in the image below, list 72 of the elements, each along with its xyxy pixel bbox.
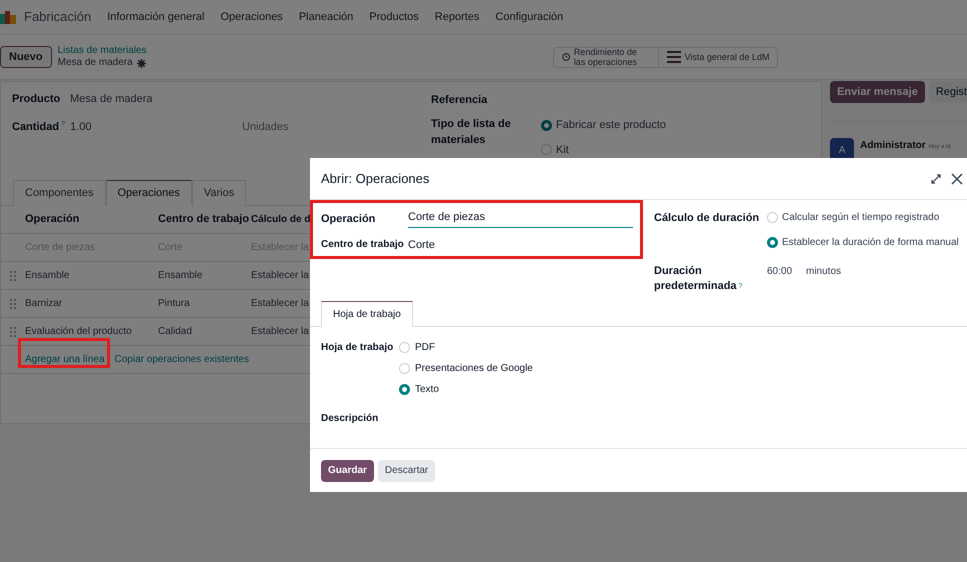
menu-item[interactable]: Planeación	[298, 8, 354, 26]
radio-label[interactable]: PDF	[415, 340, 435, 355]
drag-handle-icon[interactable]	[10, 326, 16, 336]
field-label: Producto	[12, 92, 62, 107]
chatter-button[interactable]: Regist	[928, 81, 967, 103]
column-header[interactable]: Operación	[25, 211, 158, 228]
field-value: 1.00	[70, 120, 92, 135]
table-cell-text: Barnizar	[25, 297, 64, 311]
field-label: Descripción	[321, 412, 380, 426]
table-cell-text: Pintura	[158, 297, 191, 311]
radio-label[interactable]: Calcular según el tiempo registrado	[782, 210, 940, 225]
message-author: Administrator	[860, 139, 926, 153]
tab[interactable]: Operaciones	[106, 180, 192, 206]
link[interactable]: Agregar una línea	[25, 352, 105, 367]
tab[interactable]: Componentes	[13, 180, 106, 206]
app-logo-icon	[0, 10, 16, 24]
drag-handle-icon[interactable]	[10, 298, 16, 308]
tab[interactable]: Varios	[192, 180, 246, 206]
field-label: Cantidad	[12, 120, 60, 135]
expand-icon[interactable]	[931, 174, 941, 184]
record-title: Mesa de madera	[58, 57, 133, 69]
radio-label[interactable]: Presentaciones de Google	[415, 361, 533, 376]
gear-icon[interactable]	[136, 58, 146, 68]
radio-button[interactable]	[541, 120, 552, 131]
column-header[interactable]: Centro de trabajo	[158, 211, 251, 228]
input-field[interactable]: Corte de piezas	[408, 209, 633, 228]
field-value: Mesa de madera	[70, 92, 153, 107]
menu-item[interactable]: Reportes	[434, 8, 480, 26]
radio-label[interactable]: Texto	[415, 382, 439, 397]
dialog-title: Abrir: Operaciones	[321, 170, 430, 188]
radio-button[interactable]	[767, 237, 778, 248]
smart-button[interactable]: Rendimiento de las operaciones	[554, 48, 659, 66]
radio-label[interactable]: Kit	[556, 142, 569, 158]
smart-button[interactable]: Vista general de LdM	[658, 48, 778, 66]
unit-value: Unidades	[242, 120, 289, 135]
field-label: Referencia	[431, 93, 488, 106]
unit-value: minutos	[806, 265, 842, 279]
field-label: Operación	[321, 212, 376, 227]
radio-button[interactable]	[399, 384, 410, 395]
dialog-button[interactable]: Guardar	[321, 460, 374, 482]
field-value[interactable]: Corte	[408, 236, 435, 253]
field-label: Centro de trabajo	[321, 238, 405, 252]
field-label: Tipo de lista de materiales	[431, 117, 512, 148]
chatter-button[interactable]: Enviar mensaje	[830, 81, 925, 103]
close-icon[interactable]	[951, 172, 963, 184]
table-cell-text: Establecer la	[251, 269, 309, 283]
dialog-button[interactable]: Descartar	[378, 460, 436, 482]
new-button[interactable]: Nuevo	[0, 46, 52, 68]
menu-item[interactable]: Configuración	[495, 8, 564, 26]
link[interactable]: Copiar operaciones existentes	[114, 352, 250, 367]
table-cell-text: Establecer la	[251, 325, 309, 339]
field-label: Duración predeterminada	[654, 265, 737, 292]
field-value[interactable]: 60:00	[767, 264, 806, 294]
table-cell-text: Evaluación del producto	[25, 325, 133, 339]
menu-item[interactable]: Productos	[369, 8, 419, 26]
table-cell-text: Ensamble	[158, 269, 204, 283]
radio-label[interactable]: Establecer la duración de forma manual	[782, 235, 959, 250]
drag-handle-icon[interactable]	[10, 270, 16, 280]
menu-item[interactable]: Información general	[107, 8, 204, 26]
tab[interactable]: Hoja de trabajo	[321, 301, 413, 327]
clock-icon	[562, 50, 570, 64]
table-cell-text: Establecer la	[251, 297, 309, 311]
radio-label[interactable]: Fabricar este producto	[556, 117, 666, 134]
table-cell-text: Calidad	[158, 325, 193, 339]
column-header[interactable]: Cálculo de d	[251, 212, 310, 227]
menu-icon	[666, 51, 681, 63]
breadcrumb-link[interactable]: Listas de materiales	[58, 45, 147, 57]
table-cell-text: Ensamble	[25, 269, 70, 283]
field-label: Cálculo de duración	[654, 211, 760, 226]
field-label: Hoja de trabajo	[321, 341, 394, 355]
app-name[interactable]: Fabricación	[24, 7, 92, 27]
menu-item[interactable]: Operaciones	[220, 8, 283, 26]
